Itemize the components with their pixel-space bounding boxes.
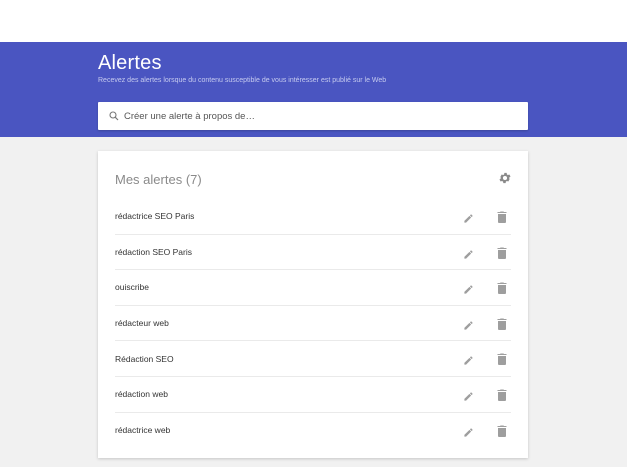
alert-label[interactable]: rédacteur web [115, 318, 169, 328]
create-alert-input[interactable] [124, 106, 504, 126]
alert-row: ouiscribe [115, 270, 511, 306]
trash-icon[interactable] [497, 352, 507, 366]
pencil-icon[interactable] [463, 425, 474, 437]
page-subtitle: Recevez des alertes lorsque du contenu s… [98, 77, 387, 84]
top-bar [0, 0, 627, 42]
alert-row: rédaction SEO Paris [115, 235, 511, 271]
search-icon [109, 111, 119, 121]
pencil-icon[interactable] [463, 318, 474, 330]
alert-row: rédaction web [115, 377, 511, 413]
alert-label[interactable]: Rédaction SEO [115, 354, 174, 364]
alert-label[interactable]: rédaction web [115, 389, 168, 399]
search-box[interactable] [98, 102, 528, 130]
alert-row: rédacteur web [115, 306, 511, 342]
trash-icon[interactable] [497, 317, 507, 330]
gear-icon[interactable] [498, 171, 512, 185]
pencil-icon[interactable] [463, 247, 474, 259]
alert-row: rédactrice web [115, 413, 511, 449]
pencil-icon[interactable] [463, 353, 474, 365]
alerts-card-header: Mes alertes (7) [98, 151, 528, 199]
trash-icon[interactable] [497, 388, 507, 401]
trash-icon[interactable] [497, 210, 507, 223]
pencil-icon[interactable] [463, 282, 474, 294]
alerts-card: Mes alertes (7) rédactrice SEO Paris réd… [98, 151, 528, 458]
header-banner: Alertes Recevez des alertes lorsque du c… [0, 42, 627, 137]
alert-label[interactable]: rédactrice SEO Paris [115, 211, 194, 221]
alert-label[interactable]: ouiscribe [115, 282, 149, 292]
alert-label[interactable]: rédactrice web [115, 425, 170, 435]
trash-icon[interactable] [497, 246, 507, 259]
page-title: Alertes [98, 52, 162, 74]
alerts-heading: Mes alertes (7) [115, 172, 202, 187]
alert-row: Rédaction SEO [115, 341, 511, 377]
alert-row: rédactrice SEO Paris [115, 199, 511, 235]
trash-icon[interactable] [497, 424, 507, 437]
alerts-list: rédactrice SEO Paris rédaction SEO Paris… [115, 199, 511, 448]
alerts-count: (7) [185, 172, 202, 187]
alert-label[interactable]: rédaction SEO Paris [115, 247, 192, 257]
alerts-heading-label: Mes alertes [115, 172, 183, 187]
trash-icon[interactable] [497, 281, 507, 295]
pencil-icon[interactable] [463, 389, 474, 401]
pencil-icon[interactable] [463, 211, 474, 223]
